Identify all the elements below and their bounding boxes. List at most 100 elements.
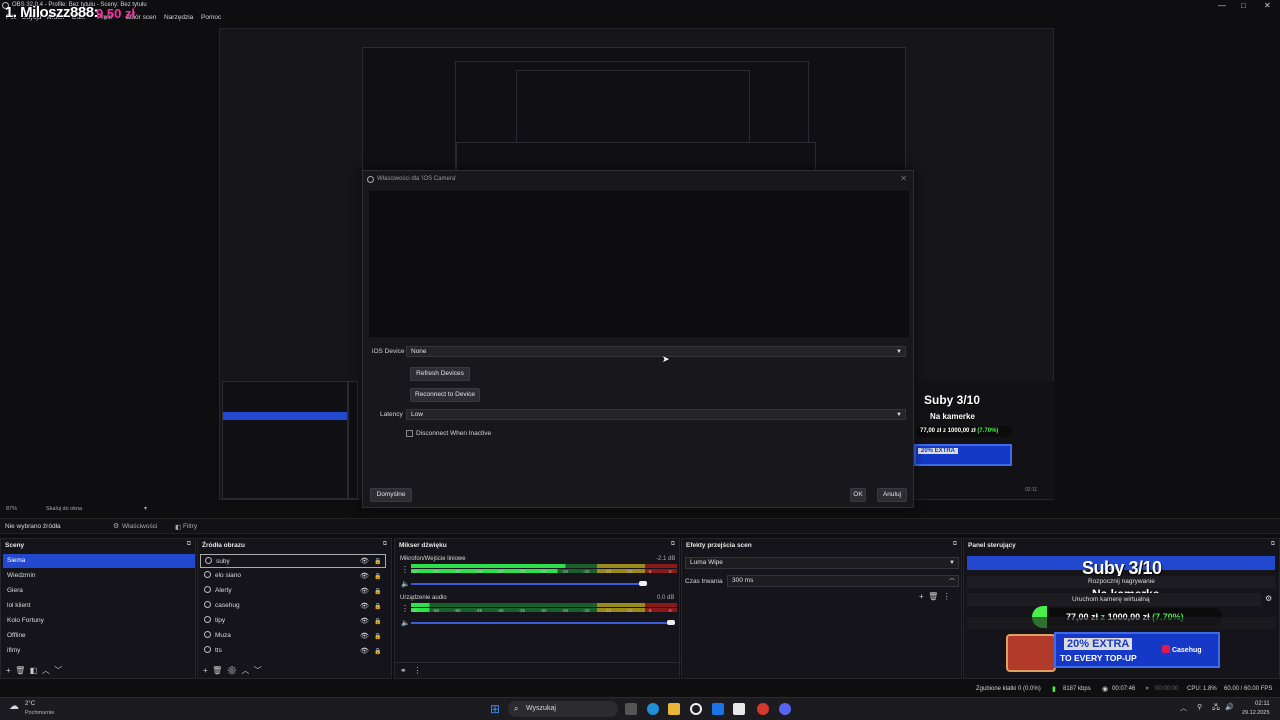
filters-button[interactable]: Filtry xyxy=(183,523,197,530)
scene-item[interactable]: lol klient xyxy=(3,599,195,613)
discord-icon[interactable] xyxy=(779,703,791,715)
file-explorer-icon[interactable] xyxy=(668,703,680,715)
properties-button[interactable]: Właściwości xyxy=(122,523,157,530)
scene-item[interactable]: Offline xyxy=(3,629,195,643)
lock-icon[interactable]: 🔒 xyxy=(374,570,381,585)
volume-slider-knob[interactable] xyxy=(667,620,675,625)
volume-slider-knob[interactable] xyxy=(639,581,647,586)
speaker-icon[interactable]: 🔈 xyxy=(401,580,410,588)
chevron-up-icon[interactable]: ︿ xyxy=(1180,703,1187,713)
menu-help[interactable]: Pomoc xyxy=(201,14,221,21)
lock-icon[interactable]: 🔒 xyxy=(374,555,381,570)
ok-button[interactable]: OK xyxy=(850,488,866,502)
transition-select[interactable]: Luma Wipe ▼ xyxy=(685,557,959,569)
scene-item[interactable]: Kolo Fortuny xyxy=(3,614,195,628)
gear-icon[interactable]: ⚙ xyxy=(1265,594,1272,603)
trash-icon[interactable]: 🗑 xyxy=(212,666,222,675)
menu-tools[interactable]: Narzędzia xyxy=(164,14,193,21)
dock-float-icon[interactable]: ⧉ xyxy=(953,541,957,548)
source-item[interactable]: Alerty xyxy=(200,584,386,598)
volume-icon[interactable]: 🔊 xyxy=(1225,703,1234,711)
kebab-menu-icon[interactable]: ⋮ xyxy=(401,565,409,574)
dock-float-icon[interactable]: ⧉ xyxy=(187,541,191,548)
task-view-icon[interactable] xyxy=(625,703,637,715)
windows-start-icon[interactable]: ⊞ xyxy=(490,702,500,716)
scene-item[interactable]: iflmy xyxy=(3,644,195,658)
refresh-devices-button[interactable]: Refresh Devices xyxy=(410,367,470,381)
dock-float-icon[interactable]: ⧉ xyxy=(1271,541,1275,548)
cancel-button[interactable]: Anuluj xyxy=(877,488,907,502)
dock-float-icon[interactable]: ⧉ xyxy=(671,541,675,548)
dialog-close-button[interactable]: ✕ xyxy=(900,174,907,183)
chevron-down-icon[interactable]: ▾ xyxy=(144,505,147,512)
chevron-up-icon[interactable]: ︿ xyxy=(241,666,249,675)
filter-icon[interactable]: ◧ xyxy=(30,666,38,675)
chrome-icon[interactable] xyxy=(757,703,769,715)
scene-item[interactable]: Siema xyxy=(3,554,195,568)
volume-slider[interactable] xyxy=(411,583,643,585)
chevron-up-icon[interactable]: ︿ xyxy=(42,666,50,675)
source-item[interactable]: suby xyxy=(200,554,386,568)
duration-spinbox[interactable]: 300 ms ︿ xyxy=(727,575,959,587)
kebab-menu-icon[interactable]: ⋮ xyxy=(943,592,951,601)
lock-icon[interactable]: 🔒 xyxy=(374,615,381,630)
kebab-menu-icon[interactable]: ⋮ xyxy=(413,666,421,675)
maximize-button[interactable]: □ xyxy=(1241,1,1246,10)
source-item[interactable]: casehug xyxy=(200,599,386,613)
latency-select[interactable]: Low ▼ xyxy=(406,409,906,420)
eye-icon[interactable]: 👁 xyxy=(360,600,369,614)
eye-icon[interactable]: 👁 xyxy=(360,615,369,629)
lock-icon[interactable]: 🔒 xyxy=(374,585,381,600)
chevron-down-icon[interactable]: ﹀ xyxy=(54,666,62,675)
lock-icon[interactable]: 🔒 xyxy=(374,645,381,660)
defaults-button[interactable]: Domyślne xyxy=(370,488,412,502)
zoom-percent[interactable]: 87% xyxy=(6,506,17,512)
taskbar-search[interactable]: ⌕ Wyszukaj xyxy=(508,701,618,717)
volume-slider[interactable] xyxy=(411,622,669,624)
duration-value: 300 ms xyxy=(732,577,754,584)
scene-item[interactable]: Wiedzmin xyxy=(3,569,195,583)
mixer-scale-tick: -5 xyxy=(647,569,652,574)
speaker-icon[interactable]: 🔈 xyxy=(401,619,410,627)
kebab-menu-icon[interactable]: ⋮ xyxy=(401,604,409,613)
add-icon[interactable]: + xyxy=(6,666,11,675)
eye-icon[interactable]: 👁 xyxy=(360,570,369,584)
promo-topup: TO EVERY TOP-UP xyxy=(1060,653,1137,663)
spin-up-icon[interactable]: ︿ xyxy=(949,574,955,584)
minimize-button[interactable]: — xyxy=(1218,1,1226,10)
latency-label: Latency xyxy=(380,411,403,418)
link-icon[interactable]: ⚭ xyxy=(400,666,407,675)
add-icon[interactable]: + xyxy=(919,592,924,601)
source-item[interactable]: Muza xyxy=(200,629,386,643)
divider xyxy=(395,662,681,663)
ios-device-select[interactable]: None ▼ xyxy=(406,346,906,357)
dock-float-icon[interactable]: ⧉ xyxy=(383,541,387,548)
chevron-down-icon[interactable]: ﹀ xyxy=(254,666,262,675)
trash-icon[interactable]: 🗑 xyxy=(15,666,25,675)
add-icon[interactable]: + xyxy=(203,666,208,675)
eye-icon[interactable]: 👁 xyxy=(360,630,369,644)
sources-dock: Źródła obrazu ⧉ suby elo siano Alerty ca… xyxy=(197,538,392,679)
lock-icon[interactable]: 🔒 xyxy=(374,600,381,615)
gear-icon[interactable]: ⚙ xyxy=(227,666,237,675)
eye-icon[interactable]: 👁 xyxy=(360,645,369,659)
mail-icon[interactable] xyxy=(712,703,724,715)
source-name: suby xyxy=(216,558,230,565)
close-button[interactable]: ✕ xyxy=(1264,1,1271,10)
reconnect-device-button[interactable]: Reconnect to Device xyxy=(410,388,480,402)
source-item[interactable]: elo siano xyxy=(200,569,386,583)
obs-taskbar-icon[interactable] xyxy=(690,703,702,715)
disconnect-when-inactive-checkbox[interactable] xyxy=(406,430,413,437)
edge-icon[interactable] xyxy=(647,703,659,715)
eye-icon[interactable]: 👁 xyxy=(360,585,369,599)
source-item[interactable]: tipy xyxy=(200,614,386,628)
lock-icon[interactable]: 🔒 xyxy=(374,630,381,645)
scene-item[interactable]: Giera xyxy=(3,584,195,598)
trash-icon[interactable]: 🗑 xyxy=(928,592,938,601)
zoom-mode[interactable]: Skaluj do okna xyxy=(46,506,82,512)
promo-banner: 20% EXTRA TO EVERY TOP-UP Casehug xyxy=(1054,632,1220,668)
eye-icon[interactable]: 👁 xyxy=(360,555,369,569)
source-item[interactable]: tts xyxy=(200,644,386,658)
network-icon[interactable]: 🖧 xyxy=(1212,703,1220,714)
store-icon[interactable] xyxy=(733,703,745,715)
